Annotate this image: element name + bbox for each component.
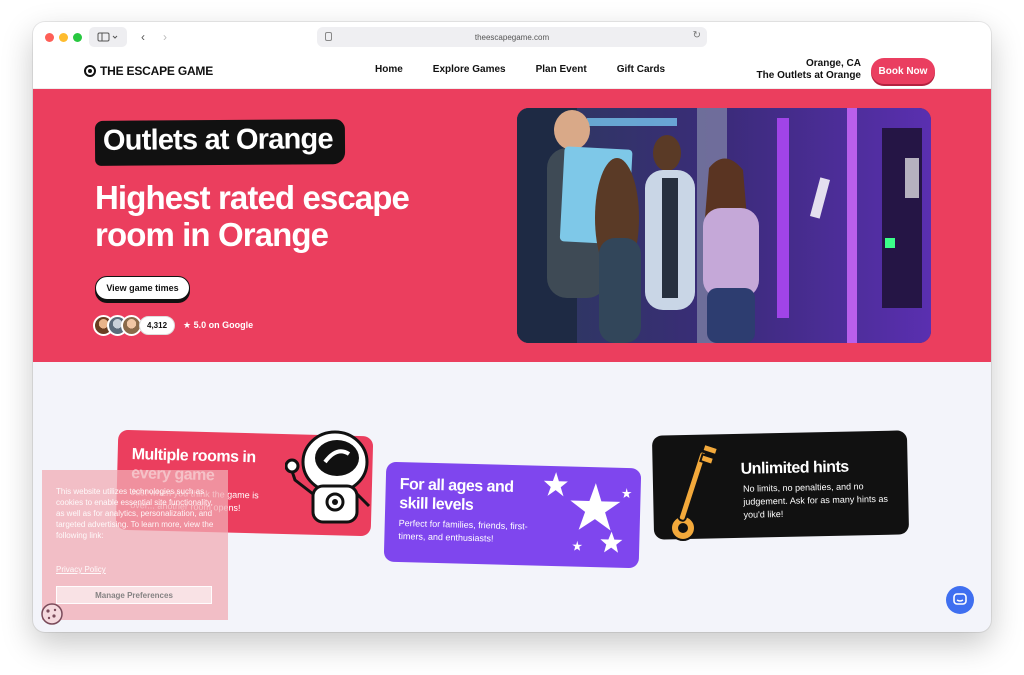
stars-icon	[543, 472, 632, 553]
site-header: THE ESCAPE GAME Home Explore Games Plan …	[33, 52, 991, 89]
sidebar-toggle-button[interactable]	[89, 27, 127, 47]
hero-location-tag: Outlets at Orange	[94, 119, 345, 166]
view-game-times-button[interactable]: View game times	[95, 276, 190, 300]
close-window-icon[interactable]	[45, 33, 54, 42]
page-icon	[325, 32, 332, 41]
location-selector[interactable]: Orange, CA The Outlets at Orange	[757, 58, 861, 82]
chevron-right-icon: ›	[163, 30, 167, 44]
review-count-badge: 4,312	[139, 316, 176, 335]
back-button[interactable]: ‹	[133, 27, 153, 47]
nav-gift-cards[interactable]: Gift Cards	[617, 64, 665, 75]
astronaut-mascot-icon	[285, 430, 371, 524]
feature-card-text: Perfect for families, friends, first-tim…	[398, 518, 528, 544]
key-icon	[670, 442, 720, 541]
main-nav: Home Explore Games Plan Event Gift Cards	[375, 64, 665, 75]
chevron-left-icon: ‹	[141, 30, 145, 44]
browser-window: ‹ › theescapegame.com ↻ THE ESCAPE GAME …	[33, 22, 991, 632]
hero-photo	[517, 108, 931, 343]
privacy-policy-link[interactable]: Privacy Policy	[56, 565, 106, 574]
cookie-notice-text: This website utilizes technologies such …	[56, 487, 214, 540]
hero-section: Outlets at Orange Highest rated escape r…	[33, 89, 991, 362]
reload-icon[interactable]: ↻	[693, 30, 701, 41]
feature-card-title: For all ages and skill levels	[399, 476, 514, 514]
nav-explore-games[interactable]: Explore Games	[433, 64, 506, 75]
sidebar-icon	[97, 32, 118, 42]
location-city: Orange, CA	[805, 58, 861, 69]
review-summary: 4,312 ★ 5.0 on Google	[93, 315, 253, 336]
feature-card-all-ages: For all ages and skill levels Perfect fo…	[383, 461, 642, 569]
location-venue: The Outlets at Orange	[756, 70, 861, 81]
forward-button[interactable]: ›	[155, 27, 175, 47]
address-bar[interactable]: theescapegame.com ↻	[317, 27, 707, 47]
minimize-window-icon[interactable]	[59, 33, 68, 42]
chat-launcher-button[interactable]	[946, 586, 974, 614]
hero-title: Highest rated escape room in Orange	[95, 179, 410, 253]
logo-icon	[84, 65, 96, 77]
nav-home[interactable]: Home	[375, 64, 403, 75]
cookie-icon[interactable]	[40, 602, 64, 626]
chat-icon	[953, 593, 967, 605]
manage-preferences-button[interactable]: Manage Preferences	[56, 586, 212, 604]
book-now-button[interactable]: Book Now	[871, 58, 935, 84]
url-text: theescapegame.com	[474, 32, 550, 42]
cookie-banner: This website utilizes technologies such …	[42, 470, 228, 620]
nav-plan-event[interactable]: Plan Event	[536, 64, 587, 75]
google-rating: ★ 5.0 on Google	[183, 320, 254, 330]
logo-text: THE ESCAPE GAME	[100, 64, 214, 78]
feature-card-text: No limits, no penalties, and no judgemen…	[742, 481, 888, 520]
browser-toolbar: ‹ › theescapegame.com ↻	[33, 22, 991, 52]
feature-card-title: Unlimited hints	[740, 458, 849, 478]
site-logo[interactable]: THE ESCAPE GAME	[84, 64, 213, 78]
escape-room-photo-illustration	[517, 108, 931, 343]
zoom-window-icon[interactable]	[73, 33, 82, 42]
